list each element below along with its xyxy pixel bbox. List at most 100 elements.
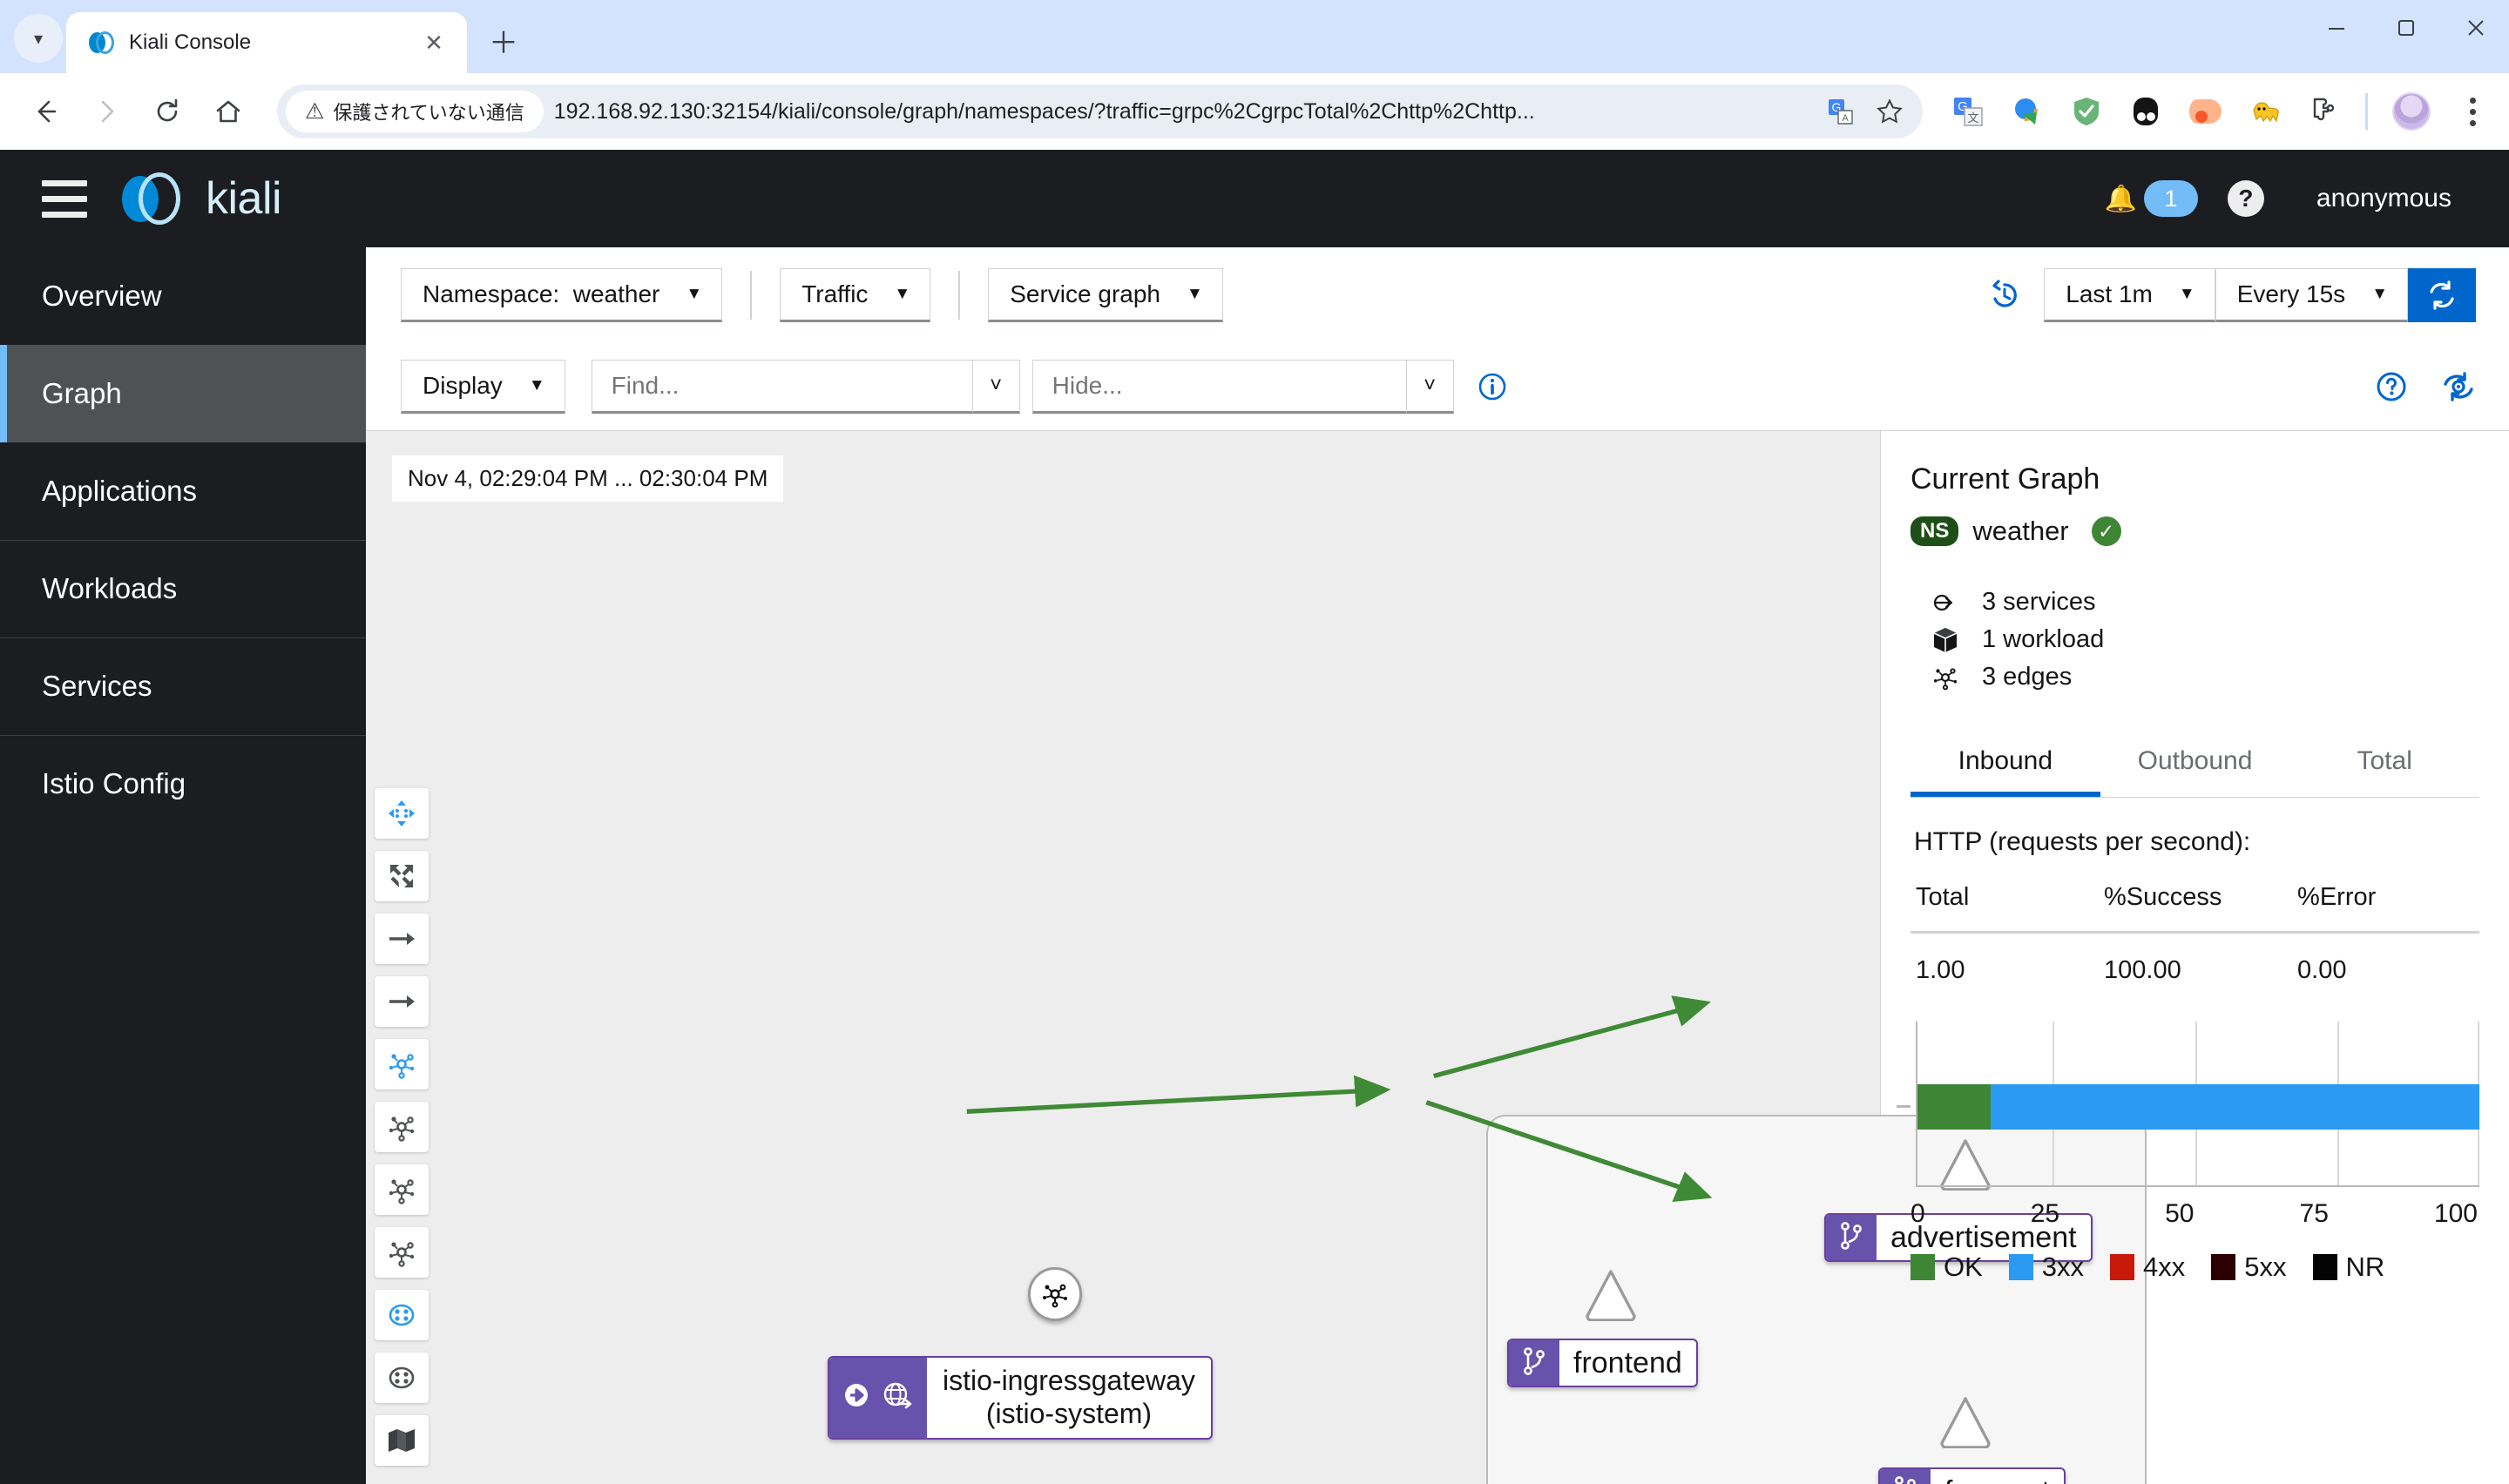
sidebar-item-graph[interactable]: Graph [0,345,366,442]
info-circle-icon[interactable] [1477,371,1508,402]
legend-swatch [1910,1254,1935,1280]
tab-inbound[interactable]: Inbound [1910,732,2100,797]
question-circle-icon[interactable] [2375,370,2408,403]
refresh-button[interactable] [2408,268,2476,322]
hamburger-icon[interactable] [42,179,87,218]
find-input[interactable] [591,360,973,414]
kiali-brand: kiali [122,172,282,225]
node-label-istio-ingressgateway[interactable]: istio-ingressgateway (istio-system) [828,1356,1213,1440]
legend-item-3xx[interactable]: 3xx [2008,1251,2084,1283]
traffic-label: Traffic [801,280,869,307]
legend-item-5xx[interactable]: 5xx [2211,1251,2287,1283]
refresh-interval-selector[interactable]: Every 15s ▼ [2215,268,2408,322]
tab-search-icon[interactable]: ▾ [14,14,63,63]
hide-input[interactable] [1031,360,1407,414]
cell-error: 0.00 [2297,956,2347,984]
close-icon[interactable]: ✕ [415,24,453,62]
legend-item-ok[interactable]: OK [1910,1251,1983,1283]
translate-icon[interactable]: GA [1822,92,1860,131]
service-branch-icon [1521,1346,1547,1380]
node-label-forecast[interactable]: forecast [1878,1467,2066,1484]
avatar-icon[interactable] [2392,92,2431,131]
download-manager-extension-icon[interactable] [2010,94,2045,129]
node-label-frontend[interactable]: frontend [1507,1339,1698,1388]
column-header-total: Total [1910,883,2105,934]
node-frontend[interactable] [1582,1267,1640,1322]
kebab-menu-icon[interactable] [2455,97,2490,126]
legend-swatch [2312,1254,2337,1280]
legend-label: NR [2345,1251,2385,1282]
legend-item-4xx[interactable]: 4xx [2110,1251,2185,1283]
user-menu[interactable]: anonymous [2316,184,2452,213]
window-close-icon[interactable] [2460,12,2492,44]
find-dropdown-toggle[interactable]: ˅ [972,360,1020,414]
new-tab-button[interactable]: ＋ [479,16,528,64]
sidebar-item-istio-config[interactable]: Istio Config [0,735,366,833]
google-translate-extension-icon[interactable]: G文 [1951,94,1985,129]
notifications-button[interactable]: 🔔 1 [2105,180,2198,217]
svg-text:A: A [1842,113,1849,124]
question-mark-icon[interactable]: ? [2227,180,2264,217]
bell-icon: 🔔 [2104,184,2137,213]
dark-reader-extension-icon[interactable] [2128,94,2163,129]
warning-triangle-icon: ⚠ [305,99,325,124]
url-bar[interactable]: ⚠ 保護されていない通信 192.168.92.130:32154/kiali/… [277,84,1923,138]
chart-stacked-bar [1917,1084,2479,1130]
tab-title: Kiali Console [129,30,252,54]
service-icon [1930,590,1961,616]
tab-total[interactable]: Total [2289,732,2479,797]
namespace-label: Namespace: [423,280,560,307]
security-status-chip[interactable]: ⚠ 保護されていない通信 [286,91,544,132]
node-istio-ingressgateway[interactable] [1028,1267,1082,1321]
legend-item-nr[interactable]: NR [2312,1251,2385,1283]
panel-namespace: NS weather ✓ [1910,516,2479,547]
display-settings-dropdown[interactable]: Display ▼ [401,360,565,414]
main-content: Namespace: weather ▼ Traffic ▼ Service g… [366,247,2509,1484]
graph-refresh-settings-icon[interactable] [2441,370,2476,403]
orange-blob-extension-icon[interactable] [2188,94,2222,129]
legend-label: 4xx [2143,1251,2186,1282]
sidebar-item-label: Istio Config [42,767,186,799]
history-clock-icon[interactable] [1988,279,2021,312]
sidebar-item-applications[interactable]: Applications [0,442,366,540]
tab-outbound[interactable]: Outbound [2100,732,2290,797]
time-range-selector[interactable]: Last 1m ▼ [2044,268,2215,322]
x-tick-label: 75 [2299,1199,2329,1228]
cat-extension-icon[interactable] [2247,94,2282,129]
stat-text: 3 services [1982,588,2096,616]
home-icon[interactable] [202,85,254,138]
sidebar-item-overview[interactable]: Overview [0,247,366,345]
service-branch-icon [1838,1221,1864,1255]
graph-type-selector[interactable]: Service graph ▼ [988,268,1223,322]
node-badges [1880,1469,1931,1484]
browser-tab[interactable]: Kiali Console ✕ [66,12,467,73]
node-forecast[interactable] [1937,1394,1994,1449]
table-header-row: Total %Success %Error [1910,883,2479,934]
browser-omnibar: ⚠ 保護されていない通信 192.168.92.130:32154/kiali/… [0,73,2509,150]
puzzle-extensions-icon[interactable] [2306,94,2341,129]
reload-icon[interactable] [141,85,193,138]
hide-dropdown-toggle[interactable]: ˅ [1406,360,1454,414]
x-tick-label: 0 [1910,1199,1925,1228]
stat-edges: 3 edges [1910,658,2479,696]
namespace-selector[interactable]: Namespace: weather ▼ [401,268,723,322]
sidebar-item-services[interactable]: Services [0,637,366,735]
graph-canvas[interactable]: Nov 4, 02:29:04 PM ... 02:30:04 PM istio… [366,430,2147,1484]
adblock-shield-extension-icon[interactable] [2069,94,2104,129]
url-text: 192.168.92.130:32154/kiali/console/graph… [553,98,1535,124]
minimize-icon[interactable] [2321,12,2352,44]
traffic-selector[interactable]: Traffic ▼ [780,268,931,322]
maximize-icon[interactable] [2391,12,2422,44]
cell-total: 1.00 [1916,956,1965,984]
stat-workloads: 1 workload [1910,621,2479,658]
sidebar-item-workloads[interactable]: Workloads [0,540,366,637]
namespace-name: weather [1972,516,2069,546]
namespace-value: weather [572,280,660,307]
chart-x-tick-labels: 0 25 50 75 100 [1910,1199,2479,1229]
back-arrow-icon[interactable] [19,85,71,138]
forward-arrow-icon[interactable] [80,85,132,138]
kiali-app: kiali 🔔 1 ? anonymous Overview Graph App… [0,150,2509,1484]
star-icon[interactable] [1870,92,1909,131]
chevron-down-icon: ▼ [894,285,911,303]
stat-text: 3 edges [1982,663,2073,691]
